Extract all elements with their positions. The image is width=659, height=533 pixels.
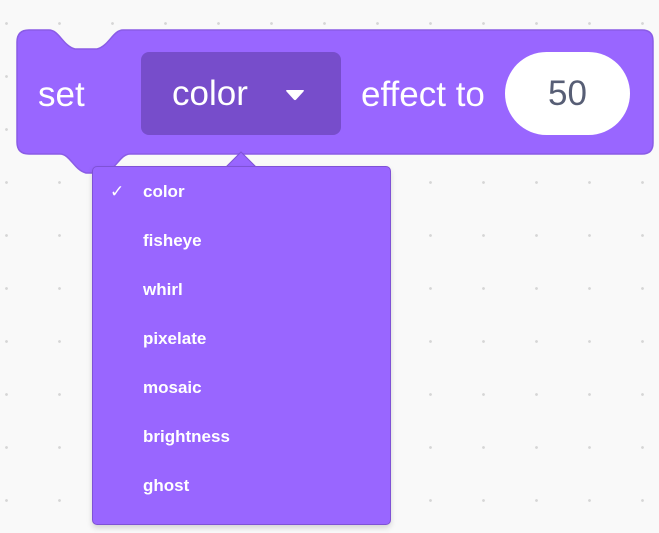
menu-item-label: color (143, 182, 185, 201)
menu-item-pixelate[interactable]: pixelate (93, 319, 390, 359)
menu-item-whirl[interactable]: whirl (93, 270, 390, 310)
effect-value-input[interactable]: 50 (505, 52, 630, 135)
menu-item-fisheye[interactable]: fisheye (93, 221, 390, 261)
menu-item-label: fisheye (143, 231, 202, 250)
menu-item-label: brightness (143, 427, 230, 446)
effect-dropdown-menu: ✓ color fisheye whirl pixelate mosaic br… (92, 166, 391, 525)
caret-down-icon (286, 90, 304, 101)
menu-item-label: whirl (143, 280, 183, 299)
check-icon: ✓ (110, 182, 125, 201)
menu-item-color[interactable]: ✓ color (93, 172, 390, 212)
menu-item-label: mosaic (143, 378, 202, 397)
dropdown-pointer-arrow (226, 151, 256, 167)
effect-dropdown[interactable]: color (141, 52, 341, 135)
code-workspace[interactable]: set color effect to 50 ✓ color fisheye w… (0, 0, 659, 533)
menu-item-ghost[interactable]: ghost (93, 466, 390, 506)
block-label-effect-to: effect to (361, 75, 485, 114)
menu-item-label: pixelate (143, 329, 207, 348)
menu-item-brightness[interactable]: brightness (93, 417, 390, 457)
menu-item-label: ghost (143, 476, 190, 495)
effect-dropdown-value: color (172, 74, 248, 113)
menu-item-mosaic[interactable]: mosaic (93, 368, 390, 408)
block-label-set: set (38, 75, 85, 114)
effect-value-text: 50 (548, 74, 587, 113)
